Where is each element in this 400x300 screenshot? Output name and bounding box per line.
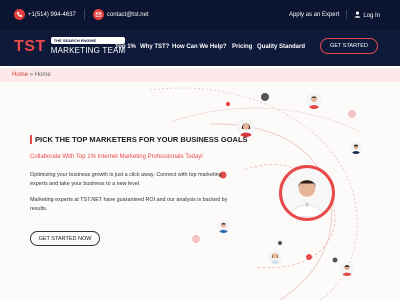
- email-icon: [92, 9, 104, 20]
- apply-expert-link[interactable]: Apply as an Expert: [289, 12, 339, 18]
- main-nav: TST THE SEARCH ENGINE MARKETING TEAM Top…: [0, 30, 400, 66]
- marketer-avatar: [340, 262, 354, 276]
- divider: [346, 10, 348, 19]
- logo[interactable]: TST THE SEARCH ENGINE MARKETING TEAM: [14, 37, 126, 57]
- get-started-now-button[interactable]: GET STARTED NOW: [30, 231, 100, 246]
- breadcrumb-home-link[interactable]: Home: [12, 72, 28, 78]
- marketer-avatar: [217, 220, 230, 233]
- hero-section: PICK THE TOP MARKETERS FOR YOUR BUSINESS…: [0, 82, 400, 300]
- contact-info: +1(514) 994-4637 contact@tst.net: [14, 9, 149, 20]
- marketer-avatar: [350, 142, 362, 154]
- marketer-avatar: [268, 250, 282, 264]
- breadcrumb-current: Home: [34, 72, 51, 78]
- nav-item-how-can-we-help[interactable]: How Can We Help?: [172, 44, 227, 50]
- login-link[interactable]: Log In: [354, 11, 380, 19]
- nav-item-top-1[interactable]: Top 1%: [115, 44, 136, 50]
- logo-brand: TST: [14, 38, 46, 55]
- get-started-button[interactable]: GET STARTED: [320, 38, 378, 54]
- phone-link[interactable]: +1(514) 994-4637: [28, 12, 76, 18]
- hero-title: PICK THE TOP MARKETERS FOR YOUR BUSINESS…: [30, 135, 248, 144]
- featured-marketer-avatar: [279, 165, 335, 221]
- user-icon: [355, 11, 361, 18]
- breadcrumb: Home » Home: [0, 68, 400, 82]
- nav-item-quality-standard[interactable]: Quality Standard: [257, 44, 305, 50]
- login-label: Log In: [363, 12, 380, 19]
- phone-icon: [14, 9, 25, 20]
- nav-item-pricing[interactable]: Pricing: [232, 44, 252, 50]
- hero-subtitle: Collaborate With Top 1% Internet Marketi…: [30, 154, 203, 160]
- divider: [83, 9, 85, 20]
- hero-paragraph: Optimizing your business growth is just …: [30, 172, 222, 187]
- nav-item-why-tst[interactable]: Why TST?: [140, 44, 169, 50]
- top-bar: +1(514) 994-4637 contact@tst.net Apply a…: [0, 0, 400, 30]
- breadcrumb-separator: »: [29, 72, 34, 78]
- hero-paragraph: Marketing experts at TST.NET have guaran…: [30, 197, 228, 212]
- logo-tagline: THE SEARCH ENGINE: [50, 37, 126, 44]
- marketer-avatar: [306, 93, 322, 109]
- email-link[interactable]: contact@tst.net: [107, 12, 149, 18]
- top-bar-actions: Apply as an Expert Log In: [289, 10, 380, 19]
